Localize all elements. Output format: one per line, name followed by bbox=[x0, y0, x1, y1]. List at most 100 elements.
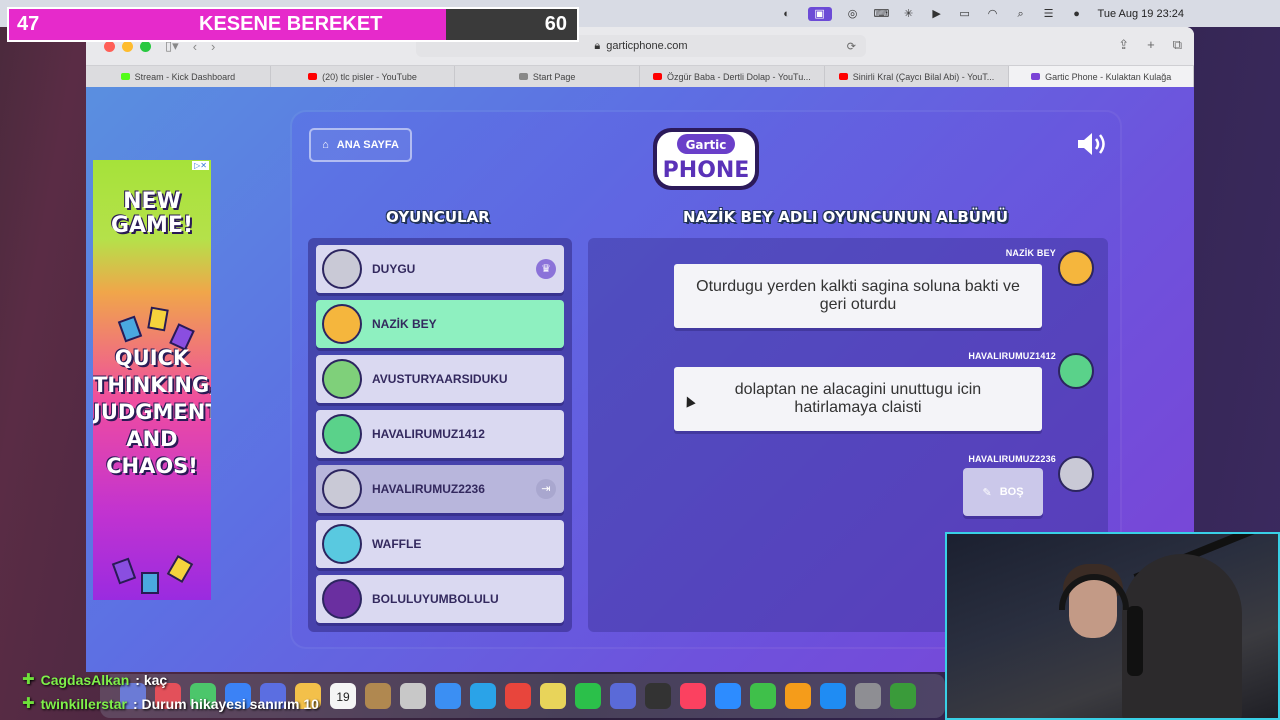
tab-label: Özgür Baba - Dertli Dolap - YouTu... bbox=[666, 71, 811, 82]
goal-title: KESENE BEREKET bbox=[199, 13, 383, 35]
menu-clock[interactable]: Tue Aug 19 23:24 bbox=[1098, 8, 1184, 20]
keyboard-icon[interactable]: ⌨ bbox=[874, 7, 890, 21]
player-name: NAZİK BEY bbox=[372, 317, 437, 331]
browser-tab[interactable]: Gartic Phone - Kulaktan Kulağa bbox=[1009, 66, 1194, 87]
globe-icon[interactable]: ◎ bbox=[846, 7, 860, 21]
play-icon[interactable]: ▶ bbox=[930, 7, 944, 21]
new-tab-icon[interactable]: + bbox=[1147, 37, 1155, 53]
share-icon[interactable]: ⇪ bbox=[1118, 37, 1129, 53]
browser-tab[interactable]: Özgür Baba - Dertli Dolap - YouTu... bbox=[640, 66, 825, 87]
dock-app-icon[interactable] bbox=[855, 683, 881, 709]
album-entry-avatar bbox=[1058, 250, 1094, 286]
chat-message: ✚ CagdasAlkan: kaç bbox=[22, 668, 319, 692]
exit-icon: ⇥ bbox=[536, 479, 556, 499]
dock-app-icon[interactable] bbox=[750, 683, 776, 709]
tab-bar: Stream - Kick Dashboard (20) tlc pisler -… bbox=[86, 65, 1194, 87]
browser-tab[interactable]: Start Page bbox=[455, 66, 641, 87]
stream-goal-bar: 47 KESENE BEREKET 60 bbox=[7, 7, 579, 42]
dock-app-icon[interactable] bbox=[365, 683, 391, 709]
airplay-icon[interactable]: ◐ bbox=[780, 7, 794, 21]
dock-app-icon[interactable] bbox=[890, 683, 916, 709]
reload-icon[interactable]: ⟳ bbox=[847, 40, 856, 53]
screen-record-icon[interactable]: ▣ bbox=[807, 6, 832, 21]
goal-target: 60 bbox=[544, 13, 567, 35]
search-icon[interactable]: ⌕ bbox=[1014, 7, 1028, 21]
dock-app-icon[interactable] bbox=[575, 683, 601, 709]
player-avatar bbox=[322, 579, 362, 619]
minimize-window-button[interactable] bbox=[122, 40, 133, 52]
dock-app-icon[interactable] bbox=[820, 683, 846, 709]
user-icon[interactable]: ● bbox=[1070, 7, 1084, 21]
tab-label: Gartic Phone - Kulaktan Kulağa bbox=[1045, 71, 1172, 82]
window-controls bbox=[104, 40, 151, 52]
tab-favicon-icon bbox=[120, 73, 130, 80]
player-row[interactable]: BOLULUYUMBOLULU bbox=[316, 575, 564, 623]
dock-app-icon[interactable] bbox=[470, 683, 496, 709]
player-avatar bbox=[322, 414, 362, 454]
logo-top-text: Gartic bbox=[686, 138, 727, 152]
tab-favicon-icon bbox=[1031, 73, 1041, 80]
battery-icon[interactable]: ▭ bbox=[958, 7, 972, 21]
home-icon: ⌂ bbox=[322, 139, 329, 151]
player-avatar bbox=[322, 524, 362, 564]
dock-app-icon[interactable] bbox=[610, 683, 636, 709]
player-avatar bbox=[322, 249, 362, 289]
dock-app-icon[interactable] bbox=[785, 683, 811, 709]
lock-icon: 🔒︎ bbox=[594, 39, 601, 52]
gartic-phone-logo: Gartic PHONE bbox=[653, 128, 759, 190]
ad-card-icon bbox=[141, 572, 159, 594]
chat-username: twinkillerstar bbox=[40, 696, 127, 712]
calendar-icon[interactable]: 19 bbox=[330, 683, 356, 709]
album-entry-empty: ✎ BOŞ bbox=[963, 468, 1043, 516]
dock-app-icon[interactable] bbox=[400, 683, 426, 709]
album-entry-text: dolaptan ne alacagini unuttugu icin hati… bbox=[674, 367, 1042, 431]
player-row[interactable]: HAVALIRUMUZ2236 ⇥ bbox=[316, 465, 564, 513]
chat-message: ✚ twinkillerstar : Durum hikayesi sanırım … bbox=[22, 692, 319, 716]
player-row[interactable]: NAZİK BEY bbox=[316, 300, 564, 348]
tab-favicon-icon bbox=[518, 73, 528, 80]
ad-card-icon bbox=[147, 306, 169, 332]
player-row[interactable]: HAVALIRUMUZ1412 bbox=[316, 410, 564, 458]
chat-plus-icon: ✚ bbox=[22, 695, 35, 712]
dock-app-icon[interactable] bbox=[645, 683, 671, 709]
player-row[interactable]: WAFFLE bbox=[316, 520, 564, 568]
crown-icon: ♛ bbox=[536, 259, 556, 279]
chat-username: CagdasAlkan bbox=[40, 672, 130, 688]
players-title: OYUNCULAR bbox=[386, 208, 490, 226]
dock-app-icon[interactable] bbox=[715, 683, 741, 709]
browser-tab[interactable]: Sinirli Kral (Çaycı Bilal Abi) - YouT... bbox=[825, 66, 1010, 87]
album-entry-avatar bbox=[1058, 353, 1094, 389]
close-window-button[interactable] bbox=[104, 40, 115, 52]
goal-current: 47 bbox=[17, 13, 40, 35]
location-icon[interactable]: ✳ bbox=[902, 7, 916, 21]
webcam-overlay bbox=[945, 532, 1280, 720]
dock-app-icon[interactable] bbox=[540, 683, 566, 709]
wifi-icon[interactable]: ◠ bbox=[986, 7, 1000, 21]
stream-chat: ✚ CagdasAlkan: kaç ✚ twinkillerstar : Durum … bbox=[22, 668, 319, 716]
dock-app-icon[interactable] bbox=[505, 683, 531, 709]
ad-choices-icon[interactable]: ▷✕ bbox=[192, 161, 209, 170]
control-center-icon[interactable]: ☰ bbox=[1042, 7, 1056, 21]
home-button[interactable]: ⌂ ANA SAYFA bbox=[309, 128, 412, 162]
tab-label: Start Page bbox=[532, 71, 576, 82]
album-entry-author: NAZİK BEY bbox=[1005, 248, 1056, 258]
album-title: NAZİK BEY ADLI OYUNCUNUN ALBÜMÜ bbox=[683, 208, 1009, 226]
browser-tab[interactable]: (20) tlc pisler - YouTube bbox=[271, 66, 456, 87]
advertisement[interactable]: ▷✕ NEW GAME! QUICK THINKING, JUDGMENT AN… bbox=[93, 160, 211, 600]
chat-text: : Durum hikayesi sanırım 10 bbox=[132, 696, 319, 712]
album-entry-author: HAVALIRUMUZ2236 bbox=[968, 454, 1056, 464]
player-row[interactable]: AVUSTURYAARSIDUKU bbox=[316, 355, 564, 403]
player-name: WAFFLE bbox=[372, 537, 422, 551]
tab-overview-icon[interactable]: ⧉ bbox=[1173, 37, 1182, 53]
microphone bbox=[1127, 606, 1143, 676]
maximize-window-button[interactable] bbox=[140, 40, 151, 52]
player-row[interactable]: DUYGU ♛ bbox=[316, 245, 564, 293]
album-entry-author: HAVALIRUMUZ1412 bbox=[968, 351, 1056, 361]
dock-app-icon[interactable] bbox=[435, 683, 461, 709]
tab-favicon-icon bbox=[838, 73, 848, 80]
browser-tab[interactable]: Stream - Kick Dashboard bbox=[86, 66, 271, 87]
sound-icon[interactable] bbox=[1076, 130, 1108, 158]
dock-app-icon[interactable] bbox=[680, 683, 706, 709]
url-text: garticphone.com bbox=[606, 40, 688, 52]
album-entry-text: Oturdugu yerden kalkti sagina soluna bak… bbox=[674, 264, 1042, 328]
